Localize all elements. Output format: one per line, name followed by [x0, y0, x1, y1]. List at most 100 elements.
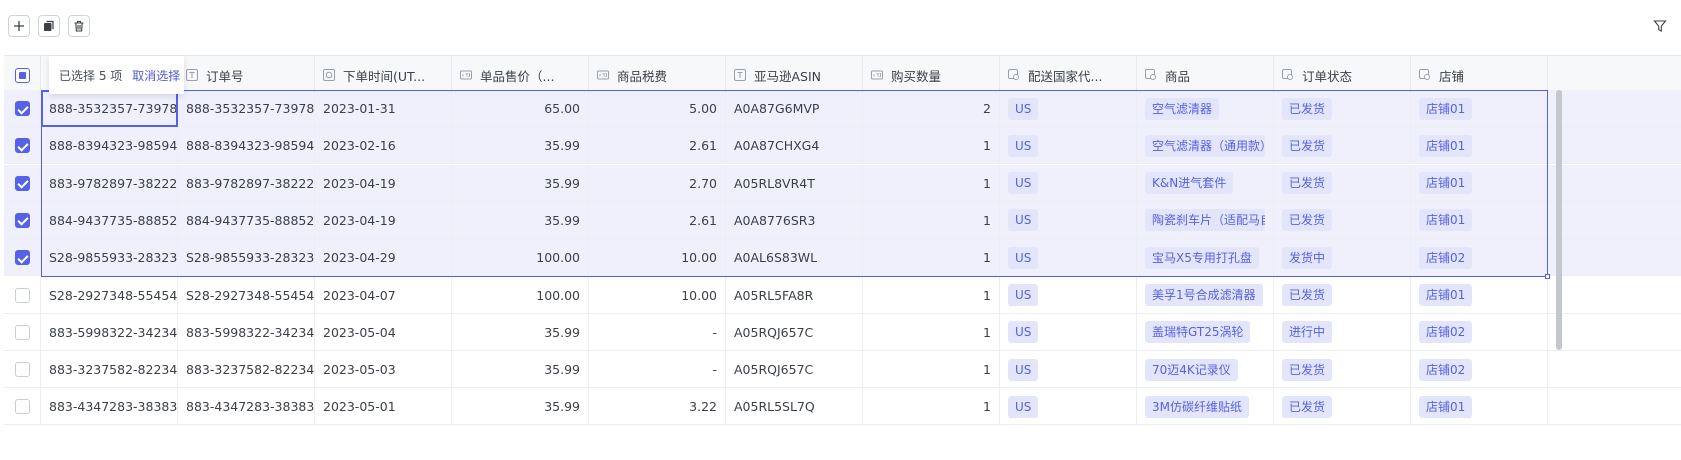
- cell-status[interactable]: 已发货: [1274, 351, 1411, 389]
- cell-asin[interactable]: A05RL5SL7Q: [726, 388, 863, 426]
- cell-status[interactable]: 已发货: [1274, 201, 1411, 239]
- cell-qty[interactable]: 1: [863, 239, 1000, 277]
- cell-product[interactable]: 70迈4K记录仪: [1137, 351, 1274, 389]
- cell-order-time[interactable]: 2023-04-19: [315, 201, 452, 239]
- cell-product[interactable]: 空气滤清器: [1137, 90, 1274, 127]
- table-row[interactable]: 888-8394323-9859454 888-8394323-9859454 20…: [4, 127, 1681, 165]
- cell-status[interactable]: 已发货: [1274, 388, 1411, 426]
- cell-store[interactable]: 店铺01: [1411, 164, 1548, 202]
- cell-store[interactable]: 店铺01: [1411, 388, 1548, 426]
- cell-order-time[interactable]: 2023-01-31: [315, 90, 452, 127]
- vertical-scrollbar[interactable]: [1556, 90, 1562, 350]
- header-country[interactable]: 配送国家代...: [1000, 56, 1137, 94]
- cell-qty[interactable]: 1: [863, 313, 1000, 351]
- cell-qty[interactable]: 1: [863, 127, 1000, 165]
- copy-button[interactable]: [38, 15, 60, 37]
- cell-status[interactable]: 发货中: [1274, 239, 1411, 277]
- header-unit-price[interactable]: 单品售价（...: [452, 56, 589, 94]
- table-row[interactable]: S28-9855933-2832355 S28-9855933-2832355 20…: [4, 239, 1681, 277]
- table-row[interactable]: S28-2927348-5545432 S28-2927348-5545432 20…: [4, 276, 1681, 314]
- cell-country[interactable]: US: [1000, 351, 1137, 389]
- cell-asin[interactable]: A0AL6S83WL: [726, 239, 863, 277]
- cell-product[interactable]: K&N进气套件: [1137, 164, 1274, 202]
- row-checkbox[interactable]: [14, 212, 30, 228]
- cell-order-time[interactable]: 2023-05-01: [315, 388, 452, 426]
- row-checkbox[interactable]: [14, 287, 30, 303]
- header-product[interactable]: 商品: [1137, 56, 1274, 94]
- cell-qty[interactable]: 2: [863, 90, 1000, 127]
- row-checkbox[interactable]: [14, 250, 30, 266]
- cell-tax[interactable]: -: [589, 351, 726, 389]
- cell-asin[interactable]: A0A8776SR3: [726, 201, 863, 239]
- cell-country[interactable]: US: [1000, 388, 1137, 426]
- cell-country[interactable]: US: [1000, 201, 1137, 239]
- cell-country[interactable]: US: [1000, 127, 1137, 165]
- cell-tax[interactable]: 10.00: [589, 276, 726, 314]
- cell-store[interactable]: 店铺01: [1411, 127, 1548, 165]
- cell-order-id[interactable]: S28-9855933-2832355: [178, 239, 315, 277]
- cell-unit-price[interactable]: 65.00: [452, 90, 589, 127]
- cell-unit-price[interactable]: 35.99: [452, 201, 589, 239]
- cell-asin[interactable]: A0A87CHXG4: [726, 127, 863, 165]
- header-asin[interactable]: 亚马逊ASIN: [726, 56, 863, 94]
- cell-asin[interactable]: A05RQJ657C: [726, 351, 863, 389]
- cell-qty[interactable]: 1: [863, 276, 1000, 314]
- cell-status[interactable]: 已发货: [1274, 164, 1411, 202]
- cell-product[interactable]: 陶瓷刹车片（适配马自: [1137, 201, 1274, 239]
- cell-country[interactable]: US: [1000, 90, 1137, 127]
- header-qty[interactable]: 购买数量: [863, 56, 1000, 94]
- cell-product[interactable]: 美孚1号合成滤清器: [1137, 276, 1274, 314]
- cell-order-id[interactable]: 888-3532357-7397835: [178, 90, 315, 127]
- cell-order-time[interactable]: 2023-04-29: [315, 239, 452, 277]
- row-checkbox[interactable]: [14, 324, 30, 340]
- cell-order-time[interactable]: 2023-02-16: [315, 127, 452, 165]
- cell-tax[interactable]: 10.00: [589, 239, 726, 277]
- cell-country[interactable]: US: [1000, 239, 1137, 277]
- row-checkbox[interactable]: [14, 138, 30, 154]
- cell-order-id[interactable]: 883-5998322-3423423: [178, 313, 315, 351]
- cell-unit-price[interactable]: 35.99: [452, 388, 589, 426]
- cell-country[interactable]: US: [1000, 313, 1137, 351]
- table-row[interactable]: 883-3237582-8223438 883-3237582-8223438 20…: [4, 351, 1681, 389]
- header-store[interactable]: 店铺: [1411, 56, 1548, 94]
- cell-status[interactable]: 已发货: [1274, 127, 1411, 165]
- add-button[interactable]: [8, 15, 30, 37]
- cell-col-1[interactable]: 883-5998322-3423423: [41, 313, 178, 351]
- cell-product[interactable]: 3M仿碳纤维贴纸: [1137, 388, 1274, 426]
- cell-col-1[interactable]: 883-3237582-8223438: [41, 351, 178, 389]
- delete-button[interactable]: [68, 15, 90, 37]
- cell-order-time[interactable]: 2023-04-07: [315, 276, 452, 314]
- cell-col-1[interactable]: 888-3532357-7397835: [41, 90, 178, 127]
- cell-unit-price[interactable]: 35.99: [452, 313, 589, 351]
- table-row[interactable]: 883-5998322-3423423 883-5998322-3423423 20…: [4, 313, 1681, 351]
- cell-product[interactable]: 空气滤清器（通用款）: [1137, 127, 1274, 165]
- cell-country[interactable]: US: [1000, 276, 1137, 314]
- cell-unit-price[interactable]: 100.00: [452, 239, 589, 277]
- cell-qty[interactable]: 1: [863, 164, 1000, 202]
- cell-store[interactable]: 店铺01: [1411, 201, 1548, 239]
- table-row[interactable]: 883-9782897-3822252 883-9782897-3822252 20…: [4, 164, 1681, 202]
- cell-order-id[interactable]: 884-9437735-8885233: [178, 201, 315, 239]
- cell-country[interactable]: US: [1000, 164, 1137, 202]
- header-order-time[interactable]: 下单时间(UT...: [315, 56, 452, 94]
- cell-col-1[interactable]: 883-9782897-3822252: [41, 164, 178, 202]
- cell-status[interactable]: 进行中: [1274, 313, 1411, 351]
- cell-qty[interactable]: 1: [863, 201, 1000, 239]
- cell-col-1[interactable]: 888-8394323-9859454: [41, 127, 178, 165]
- cell-col-1[interactable]: S28-2927348-5545432: [41, 276, 178, 314]
- cell-tax[interactable]: 2.61: [589, 127, 726, 165]
- cell-tax[interactable]: 2.70: [589, 164, 726, 202]
- cancel-selection-link[interactable]: 取消选择: [132, 67, 180, 84]
- cell-unit-price[interactable]: 35.99: [452, 164, 589, 202]
- cell-asin[interactable]: A05RL5FA8R: [726, 276, 863, 314]
- cell-product[interactable]: 盖瑞特GT25涡轮: [1137, 313, 1274, 351]
- cell-asin[interactable]: A05RQJ657C: [726, 313, 863, 351]
- cell-tax[interactable]: 5.00: [589, 90, 726, 127]
- cell-order-id[interactable]: 888-8394323-9859454: [178, 127, 315, 165]
- cell-order-time[interactable]: 2023-05-04: [315, 313, 452, 351]
- cell-asin[interactable]: A0A87G6MVP: [726, 90, 863, 127]
- cell-col-1[interactable]: 884-9437735-8885233: [41, 201, 178, 239]
- table-row[interactable]: 888-3532357-7397835 888-3532357-7397835 20…: [4, 90, 1681, 127]
- cell-store[interactable]: 店铺01: [1411, 276, 1548, 314]
- cell-store[interactable]: 店铺01: [1411, 90, 1548, 127]
